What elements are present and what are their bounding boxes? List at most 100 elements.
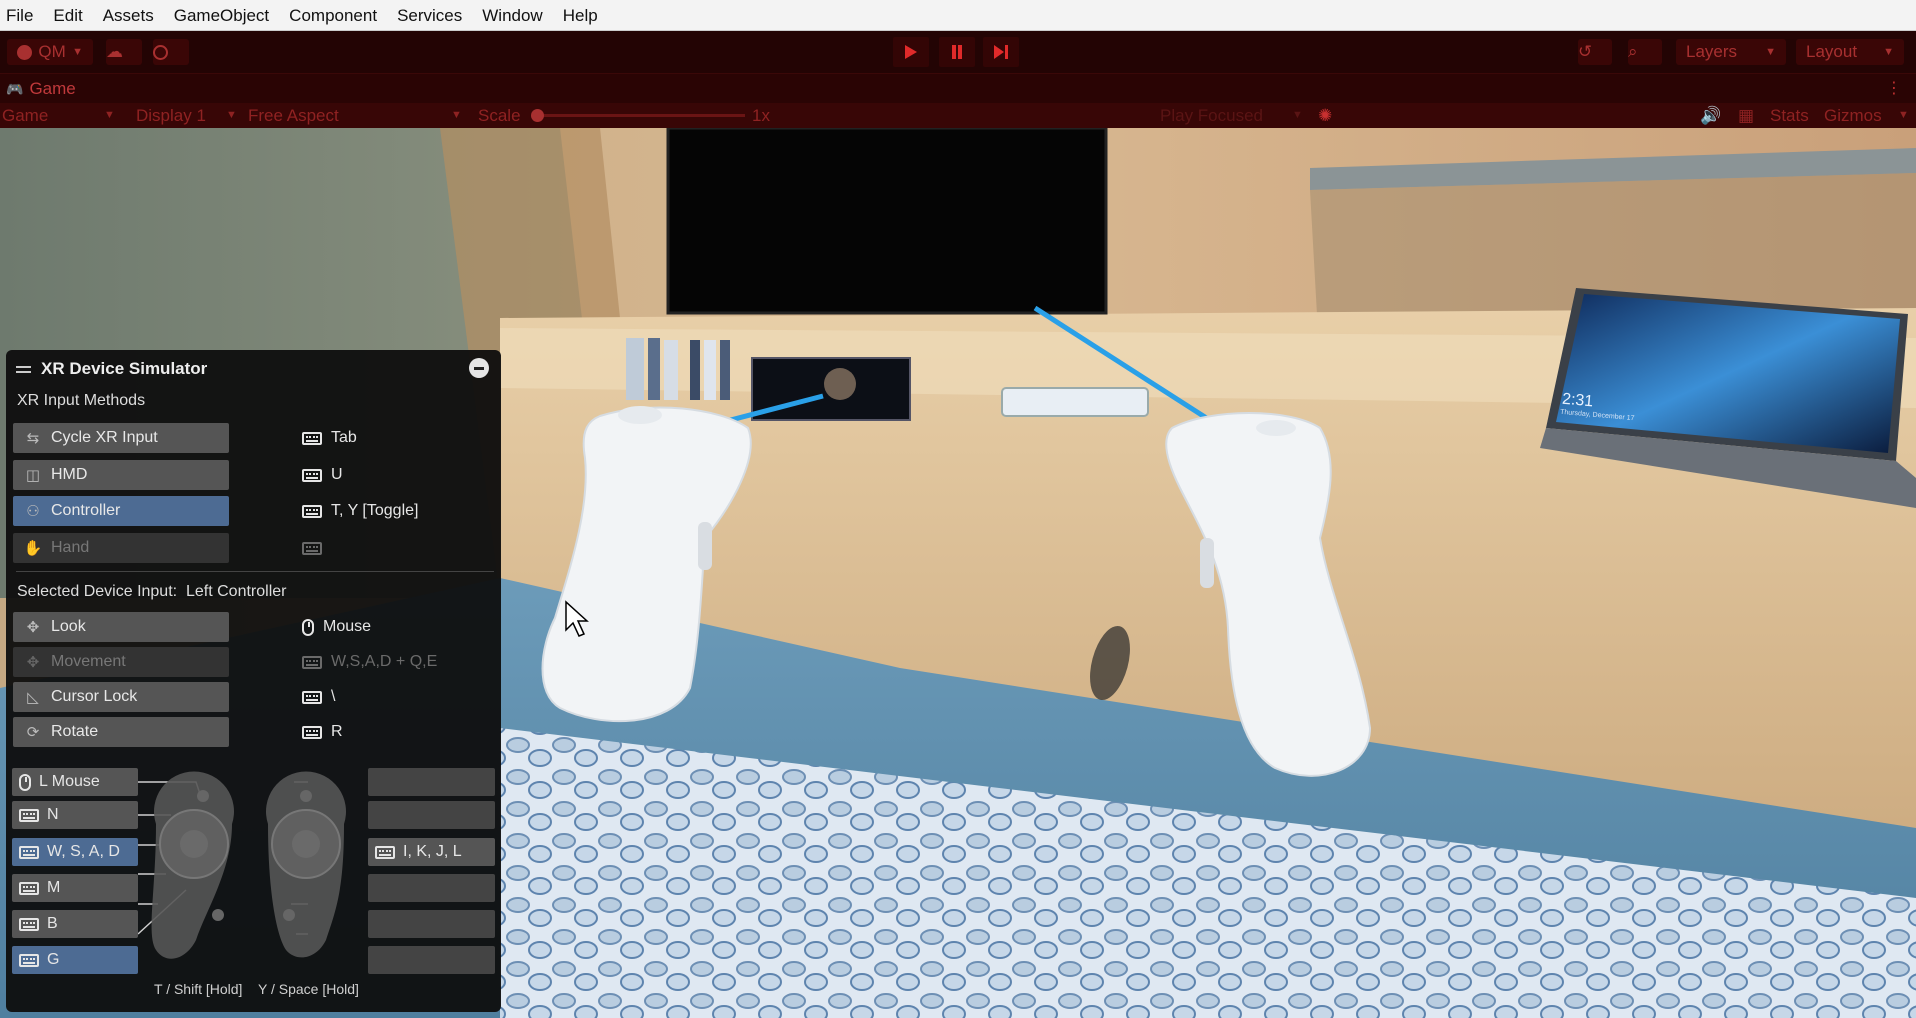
layers-label: Layers	[1686, 42, 1738, 61]
aspect-dropdown[interactable]: Free Aspect	[248, 103, 339, 128]
audio-icon[interactable]: 🔊	[1700, 103, 1721, 128]
keyboard-icon	[19, 953, 39, 967]
right-trigger-slot[interactable]	[368, 768, 495, 796]
pause-icon	[952, 45, 962, 59]
rotate-key: R	[302, 717, 343, 747]
gizmos-dropdown[interactable]: Gizmos	[1824, 103, 1882, 128]
controller-label: Controller	[51, 502, 121, 519]
secondary-key-label: B	[47, 915, 58, 932]
scale-value: 1x	[752, 106, 770, 125]
trigger-mouse-button[interactable]: L Mouse	[12, 768, 138, 796]
movement-button[interactable]: ✥ Movement	[13, 647, 229, 677]
move-arrows-icon: ✥	[26, 619, 40, 636]
right-primary-slot[interactable]	[368, 946, 495, 974]
account-icon	[17, 44, 32, 60]
chevron-down-icon: ▼	[451, 109, 462, 121]
tab-game-label: Game	[29, 79, 76, 98]
menu-services[interactable]: Services	[387, 0, 472, 31]
menu-window[interactable]: Window	[472, 0, 552, 31]
rotate-button[interactable]: ⟳ Rotate	[13, 717, 229, 747]
selected-device-row: Selected Device Input: Left Controller	[17, 583, 286, 601]
play-icon	[905, 45, 917, 59]
cursor-lock-button[interactable]: ◺ Cursor Lock	[13, 682, 229, 712]
step-button[interactable]	[983, 37, 1019, 67]
account-dropdown[interactable]: QM ▼	[7, 39, 93, 65]
layout-dropdown[interactable]: Layout ▼	[1796, 39, 1904, 65]
scale-slider[interactable]	[531, 109, 745, 122]
menu-gameobject[interactable]: GameObject	[164, 0, 279, 31]
hand-icon: ✋	[23, 540, 43, 557]
keyboard-icon	[302, 690, 322, 704]
account-label: QM	[38, 42, 66, 61]
chevron-down-icon: ▼	[104, 109, 115, 121]
panel-header[interactable]: XR Device Simulator	[16, 357, 207, 381]
grip-key-button[interactable]: N	[12, 801, 138, 829]
keyboard-icon	[302, 655, 322, 669]
left-controller-caption: T / Shift [Hold]	[154, 981, 243, 997]
chevron-down-icon: ▼	[72, 46, 83, 58]
headset-icon: ◫	[25, 467, 41, 484]
menu-key-button[interactable]: M	[12, 874, 138, 902]
keyboard-icon	[19, 917, 39, 931]
secondary-key-button[interactable]: B	[12, 910, 138, 938]
menu-file[interactable]: File	[0, 0, 43, 31]
menu-edit[interactable]: Edit	[43, 0, 92, 31]
look-button[interactable]: ✥ Look	[13, 612, 229, 642]
collab-button[interactable]	[153, 39, 189, 65]
hmd-key: U	[302, 460, 343, 490]
stats-button[interactable]: Stats	[1770, 103, 1809, 128]
menu-component[interactable]: Component	[279, 0, 387, 31]
primary-key-button[interactable]: G	[12, 946, 138, 974]
right-grip-slot[interactable]	[368, 801, 495, 829]
history-button[interactable]: ↺	[1578, 39, 1612, 65]
game-view-toolbar: Game ▼ Display 1 ▼ Free Aspect ▼ Scale 1…	[0, 103, 1916, 128]
controller-button[interactable]: ⚇ Controller	[13, 496, 229, 526]
search-button[interactable]: ⌕	[1628, 39, 1662, 65]
game-mode-dropdown[interactable]: Game	[2, 103, 48, 128]
mouse-icon	[302, 618, 314, 636]
xr-device-simulator-panel: XR Device Simulator XR Input Methods ⇆ C…	[6, 350, 501, 1012]
controller-icon: ⚇	[26, 503, 40, 520]
chevron-down-icon: ▼	[1765, 46, 1776, 58]
mouse-icon	[19, 773, 31, 791]
panel-title: XR Device Simulator	[41, 359, 208, 378]
move-arrows-icon: ✥	[26, 654, 40, 671]
play-focused-dropdown[interactable]: Play Focused	[1160, 103, 1263, 128]
display-dropdown[interactable]: Display 1	[136, 103, 206, 128]
scale-label: Scale	[478, 106, 521, 125]
rotate-shortcut: R	[331, 723, 343, 740]
minimize-button[interactable]	[469, 358, 489, 378]
cursor-lock-label: Cursor Lock	[51, 688, 138, 705]
chevron-down-icon: ▼	[226, 109, 237, 121]
right-menu-slot[interactable]	[368, 874, 495, 902]
play-button[interactable]	[893, 37, 929, 67]
rotate-label: Rotate	[51, 723, 99, 740]
cloud-button[interactable]: ☁	[106, 39, 142, 65]
rotate-icon: ⟳	[26, 724, 40, 741]
layout-label: Layout	[1806, 42, 1858, 61]
keyboard-icon[interactable]: ▦	[1738, 103, 1754, 128]
layers-dropdown[interactable]: Layers ▼	[1676, 39, 1786, 65]
bug-icon[interactable]: ✺	[1318, 103, 1332, 128]
keyboard-icon	[302, 725, 322, 739]
drag-handle-icon[interactable]	[16, 365, 31, 373]
pause-button[interactable]	[939, 37, 975, 67]
more-options-icon[interactable]: ⋮	[1886, 78, 1902, 98]
right-thumbstick-key-button[interactable]: I, K, J, L	[368, 838, 495, 866]
right-secondary-slot[interactable]	[368, 910, 495, 938]
cycle-xr-input-button[interactable]: ⇆ Cycle XR Input	[13, 423, 229, 453]
thumbstick-key-button[interactable]: W, S, A, D	[12, 838, 138, 866]
menu-assets[interactable]: Assets	[93, 0, 164, 31]
keyboard-icon	[302, 468, 322, 482]
hand-button[interactable]: ✋ Hand	[13, 533, 229, 563]
movement-shortcut: W,S,A,D + Q,E	[331, 653, 438, 670]
hmd-button[interactable]: ◫ HMD	[13, 460, 229, 490]
scale-slider-handle[interactable]	[531, 109, 544, 122]
menu-help[interactable]: Help	[553, 0, 608, 31]
gamepad-icon: 🎮	[6, 80, 24, 97]
tab-game[interactable]: 🎮 Game	[6, 78, 76, 100]
keyboard-icon	[19, 881, 39, 895]
grip-label: N	[47, 806, 59, 823]
look-key: Mouse	[302, 612, 371, 642]
selected-device-prefix: Selected Device Input:	[17, 583, 178, 600]
